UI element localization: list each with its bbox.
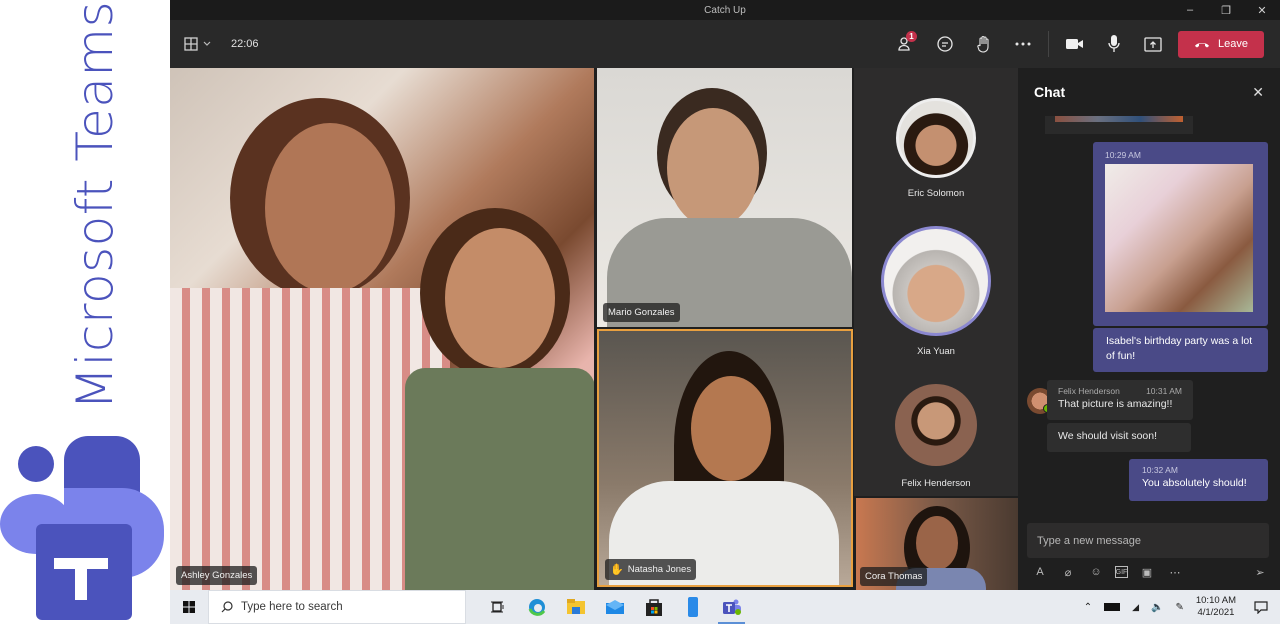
phone-icon[interactable] [673, 590, 712, 624]
grid-icon [184, 37, 198, 51]
leave-button[interactable]: Leave [1178, 30, 1264, 58]
share-screen-button[interactable] [1133, 28, 1172, 60]
raised-hand-icon: ✋ [610, 564, 624, 576]
wifi-icon[interactable]: ◢ [1126, 590, 1145, 624]
chat-button[interactable] [925, 28, 964, 60]
windows-logo-icon [183, 601, 195, 613]
send-icon[interactable]: ➢ [1251, 563, 1269, 581]
avatar [895, 384, 977, 466]
compose-toolbar: A ⌀ ☺ GIF ▣ ⋯ ➢ [1031, 562, 1269, 582]
microphone-button[interactable] [1094, 28, 1133, 60]
chevron-down-icon [203, 41, 211, 46]
teams-icon[interactable] [712, 590, 751, 624]
search-icon [221, 601, 233, 613]
avatar [881, 226, 991, 336]
chat-message[interactable]: Isabel's birthday party was a lot of fun… [1093, 328, 1268, 372]
camera-button[interactable] [1055, 28, 1094, 60]
file-explorer-icon[interactable] [556, 590, 595, 624]
previous-message [1045, 116, 1193, 134]
raise-hand-button[interactable] [964, 28, 1003, 60]
brand-panel: Microsoft Teams [0, 0, 170, 624]
edge-icon[interactable] [517, 590, 556, 624]
system-tray: ⌃ ◢ 🔈 ✎ 10:10 AM 4/1/2021 [1078, 590, 1280, 624]
chat-message-image[interactable]: 10:29 AM [1093, 142, 1268, 326]
raise-hand-icon [976, 35, 989, 53]
title-bar: Catch Up – ❐ ✕ [170, 0, 1280, 20]
video-tile-ashley[interactable]: Ashley Gonzales [170, 68, 594, 590]
share-screen-icon [1143, 36, 1162, 52]
chat-panel: Chat ✕ 10:29 AM Isabel's birthday party … [1019, 68, 1280, 590]
minimize-button[interactable]: – [1172, 0, 1208, 20]
taskbar-search-box[interactable]: Type here to search [208, 590, 466, 624]
roster-person-speaking[interactable]: Xia Yuan [854, 226, 1018, 357]
battery-icon[interactable] [1098, 590, 1126, 624]
show-hidden-icons-icon[interactable]: ⌃ [1078, 590, 1098, 624]
participant-name-tag: Ashley Gonzales [176, 566, 258, 585]
pen-icon[interactable]: ✎ [1169, 590, 1189, 624]
video-tile-natasha[interactable]: ✋ Natasha Jones [597, 329, 853, 587]
chat-title: Chat [1034, 84, 1066, 100]
close-chat-button[interactable]: ✕ [1252, 84, 1264, 101]
camera-icon [1065, 39, 1083, 49]
video-tile-cora[interactable]: Cora Thomas [856, 498, 1018, 590]
mail-icon[interactable] [595, 590, 634, 624]
restore-button[interactable]: ❐ [1208, 0, 1244, 20]
participants-badge: 1 [906, 31, 917, 42]
call-duration: 22:06 [231, 38, 259, 50]
chat-image[interactable] [1105, 164, 1253, 312]
taskbar-clock[interactable]: 10:10 AM 4/1/2021 [1190, 590, 1242, 624]
participant-name-tag: Cora Thomas [860, 567, 928, 586]
volume-icon[interactable]: 🔈 [1145, 590, 1169, 624]
hang-up-icon [1195, 43, 1209, 48]
chat-message[interactable]: Felix Henderson 10:31 AM That picture is… [1047, 380, 1193, 420]
more-icon[interactable]: ⋯ [1166, 563, 1184, 581]
windows-taskbar: Type here to search ⌃ ◢ 🔈 ✎ 10:10 AM 4/1… [170, 590, 1280, 624]
avatar [896, 98, 976, 178]
close-window-button[interactable]: ✕ [1244, 0, 1280, 20]
toolbar-divider [1048, 31, 1049, 57]
roster-person[interactable]: Felix Henderson [854, 384, 1018, 489]
leave-label: Leave [1218, 38, 1248, 50]
layout-button[interactable] [184, 37, 211, 51]
window-title: Catch Up [704, 4, 746, 16]
chat-message[interactable]: 10:32 AM You absolutely should! [1129, 459, 1268, 501]
meeting-toolbar: 22:06 1 Leave [170, 20, 1280, 68]
attach-icon[interactable]: ⌀ [1059, 563, 1077, 581]
emoji-icon[interactable]: ☺ [1087, 563, 1105, 581]
chat-icon [936, 36, 953, 52]
teams-window: Catch Up – ❐ ✕ 22:06 1 Leave Ashley Gonz… [170, 0, 1280, 590]
roster-person[interactable]: Eric Solomon [854, 98, 1018, 199]
start-button[interactable] [170, 590, 208, 624]
store-icon[interactable] [634, 590, 673, 624]
participant-roster: Eric Solomon Xia Yuan Felix Henderson [854, 68, 1018, 496]
format-icon[interactable]: A [1031, 563, 1049, 581]
more-icon [1015, 42, 1030, 46]
brand-wordmark: Microsoft Teams [66, 0, 124, 410]
participant-name-tag: Mario Gonzales [603, 303, 680, 322]
teams-logo-icon [0, 436, 164, 620]
mic-icon [1107, 35, 1120, 52]
participant-name-tag: ✋ Natasha Jones [605, 559, 697, 580]
participants-button[interactable]: 1 [886, 28, 925, 60]
chat-message[interactable]: We should visit soon! [1047, 423, 1191, 452]
gif-icon[interactable]: GIF [1115, 566, 1128, 578]
more-actions-button[interactable] [1003, 28, 1042, 60]
task-view-icon[interactable] [478, 590, 517, 624]
video-tile-mario[interactable]: Mario Gonzales [597, 68, 852, 327]
message-input[interactable]: Type a new message [1027, 523, 1269, 558]
sticker-icon[interactable]: ▣ [1138, 563, 1156, 581]
notifications-icon[interactable] [1242, 590, 1280, 624]
